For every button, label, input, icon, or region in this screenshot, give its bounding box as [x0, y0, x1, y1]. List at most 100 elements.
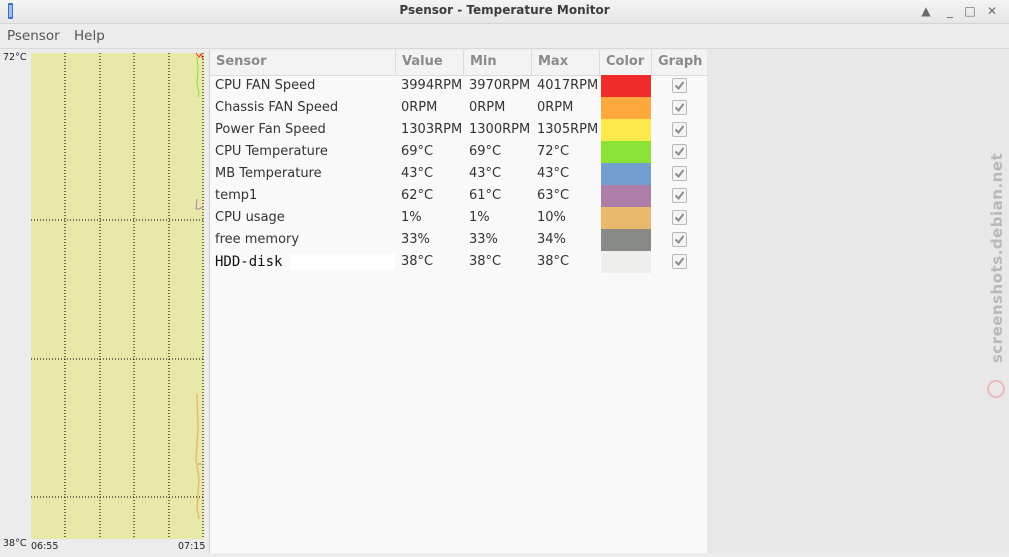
window-up-button[interactable]: ▲ [916, 2, 936, 20]
graph-checkbox[interactable] [672, 210, 687, 225]
color-swatch[interactable] [601, 163, 651, 185]
sensor-name-cell: free memory [215, 232, 300, 247]
sensor-min-cell: 0RPM [469, 100, 506, 115]
sensor-name-cell: CPU usage [215, 210, 285, 225]
sensor-max-cell: 10% [537, 210, 566, 225]
watermark-text: screenshots.debian.net [988, 152, 1006, 364]
hdd-label-highlight [290, 254, 395, 270]
table-header: Sensor Value Min Max Color Graph [210, 50, 707, 76]
sensor-min-cell: 3970RPM [469, 78, 531, 93]
sensor-value-cell: 1% [401, 210, 422, 225]
sensor-name-cell: HDD-disk [215, 254, 283, 270]
table-row[interactable]: HDD-disk 38°C 38°C 38°C [210, 251, 707, 273]
graph-y-min-label: 38°C [3, 538, 27, 549]
checkmark-icon [674, 213, 685, 223]
sensor-name-cell: Power Fan Speed [215, 122, 326, 137]
color-swatch[interactable] [601, 229, 651, 251]
sensor-max-cell: 38°C [537, 254, 570, 269]
column-header-min[interactable]: Min [464, 50, 532, 75]
column-header-max[interactable]: Max [532, 50, 600, 75]
sensor-name-cell: Chassis FAN Speed [215, 100, 339, 115]
sensor-value-cell: 69°C [401, 144, 434, 159]
window-minimize-button[interactable]: _ [940, 2, 960, 20]
checkmark-icon [674, 147, 685, 157]
checkmark-icon [674, 191, 685, 201]
sensor-min-cell: 1% [469, 210, 490, 225]
sensor-min-cell: 33% [469, 232, 498, 247]
graph-checkbox[interactable] [672, 166, 687, 181]
sensor-max-cell: 0RPM [537, 100, 574, 115]
sensor-name-cell: temp1 [215, 188, 258, 203]
column-header-graph[interactable]: Graph [652, 50, 707, 75]
sensor-graph: 72°C 38°C 06:55 07:15 [0, 49, 207, 557]
empty-pane [707, 50, 1009, 553]
sensor-max-cell: 34% [537, 232, 566, 247]
checkmark-icon [674, 257, 685, 267]
sensor-value-cell: 38°C [401, 254, 434, 269]
menu-psensor[interactable]: Psensor [7, 28, 60, 44]
table-row[interactable]: free memory 33% 33% 34% [210, 229, 707, 251]
sensor-value-cell: 1303RPM [401, 122, 463, 137]
sensor-name-cell: CPU Temperature [215, 144, 328, 159]
sensor-value-cell: 33% [401, 232, 430, 247]
table-row[interactable]: Chassis FAN Speed 0RPM 0RPM 0RPM [210, 97, 707, 119]
graph-checkbox[interactable] [672, 254, 687, 269]
menu-bar: Psensor Help [0, 24, 1009, 49]
window-maximize-button[interactable]: □ [960, 2, 980, 20]
sensor-name-cell: MB Temperature [215, 166, 322, 181]
table-row[interactable]: CPU Temperature 69°C 69°C 72°C [210, 141, 707, 163]
graph-checkbox[interactable] [672, 188, 687, 203]
sensor-min-cell: 61°C [469, 188, 502, 203]
graph-plot-area [31, 53, 204, 539]
column-header-color[interactable]: Color [600, 50, 652, 75]
color-swatch[interactable] [601, 141, 651, 163]
sensor-min-cell: 38°C [469, 254, 502, 269]
graph-checkbox[interactable] [672, 144, 687, 159]
graph-checkbox[interactable] [672, 122, 687, 137]
table-row[interactable]: Power Fan Speed 1303RPM 1300RPM 1305RPM [210, 119, 707, 141]
color-swatch[interactable] [601, 251, 651, 273]
column-header-sensor[interactable]: Sensor [210, 50, 396, 75]
color-swatch[interactable] [601, 207, 651, 229]
sensor-value-cell: 43°C [401, 166, 434, 181]
sensor-value-cell: 62°C [401, 188, 434, 203]
color-swatch[interactable] [601, 119, 651, 141]
sensor-max-cell: 72°C [537, 144, 570, 159]
graph-x-start-label: 06:55 [31, 541, 59, 552]
table-row[interactable]: MB Temperature 43°C 43°C 43°C [210, 163, 707, 185]
sensor-max-cell: 43°C [537, 166, 570, 181]
graph-canvas [31, 52, 204, 539]
sensor-max-cell: 1305RPM [537, 122, 599, 137]
sensor-value-cell: 0RPM [401, 100, 438, 115]
sensor-max-cell: 4017RPM [537, 78, 599, 93]
column-header-value[interactable]: Value [396, 50, 464, 75]
sensor-name-cell: CPU FAN Speed [215, 78, 316, 93]
color-swatch[interactable] [601, 185, 651, 207]
sensor-min-cell: 43°C [469, 166, 502, 181]
sensor-min-cell: 69°C [469, 144, 502, 159]
sensor-table: Sensor Value Min Max Color Graph CPU FAN… [209, 50, 707, 553]
color-swatch[interactable] [601, 97, 651, 119]
checkmark-icon [674, 235, 685, 245]
checkmark-icon [674, 103, 685, 113]
graph-x-end-label: 07:15 [178, 541, 206, 552]
graph-y-max-label: 72°C [3, 52, 27, 63]
color-swatch[interactable] [601, 75, 651, 97]
sensor-max-cell: 63°C [537, 188, 570, 203]
table-row[interactable]: temp1 62°C 61°C 63°C [210, 185, 707, 207]
debian-logo-icon [987, 380, 1005, 398]
checkmark-icon [674, 125, 685, 135]
title-bar: Psensor - Temperature Monitor ▲ _ □ ✕ [0, 0, 1009, 24]
sensor-min-cell: 1300RPM [469, 122, 531, 137]
table-row[interactable]: CPU FAN Speed 3994RPM 3970RPM 4017RPM [210, 75, 707, 97]
checkmark-icon [674, 81, 685, 91]
graph-checkbox[interactable] [672, 78, 687, 93]
sensor-value-cell: 3994RPM [401, 78, 463, 93]
checkmark-icon [674, 169, 685, 179]
table-row[interactable]: CPU usage 1% 1% 10% [210, 207, 707, 229]
graph-checkbox[interactable] [672, 232, 687, 247]
window-title: Psensor - Temperature Monitor [399, 3, 610, 17]
graph-checkbox[interactable] [672, 100, 687, 115]
menu-help[interactable]: Help [74, 28, 105, 44]
window-close-button[interactable]: ✕ [982, 2, 1002, 20]
